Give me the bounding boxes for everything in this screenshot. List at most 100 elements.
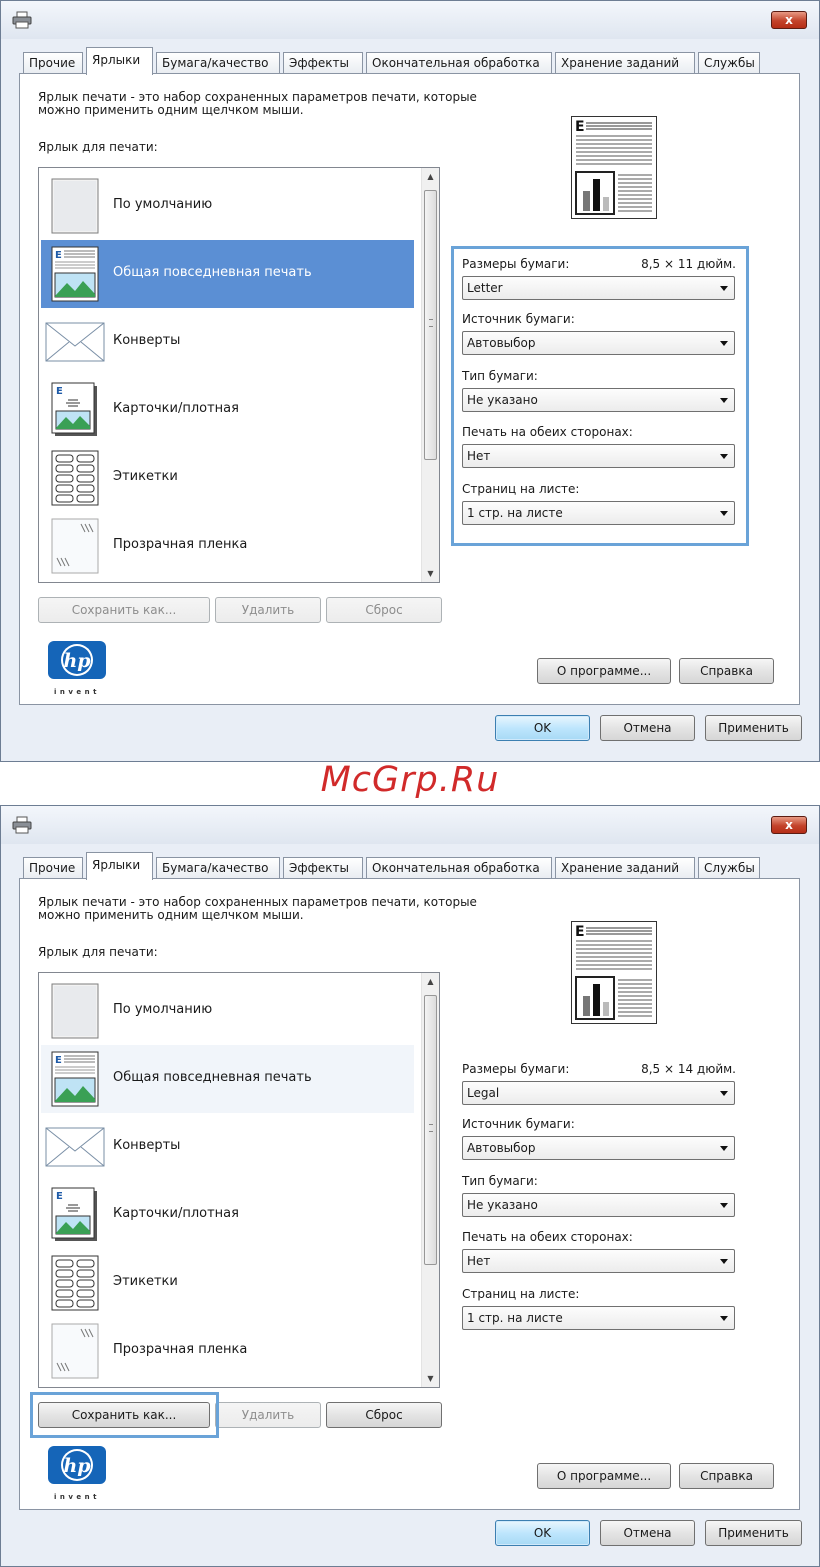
close-button[interactable]: x (771, 11, 807, 29)
pages-per-sheet-value: 1 стр. на листе (467, 1311, 563, 1325)
shortcut-label: Прозрачная пленка (113, 537, 248, 552)
description-line: можно применить одним щелчком мыши. (38, 103, 304, 117)
document-preview-icon: E (575, 924, 652, 1020)
svg-text:E: E (56, 1191, 63, 1202)
shortcut-item[interactable]: E Карточки/плотная (41, 376, 414, 444)
tab-5[interactable]: Хранение заданий (555, 857, 695, 879)
shortcut-label: Общая повседневная печать (113, 1070, 312, 1085)
svg-text:invent: invent (54, 1493, 100, 1501)
list-scrollbar[interactable]: ▲ ▼ (421, 168, 439, 582)
shortcut-label: Карточки/плотная (113, 401, 239, 416)
close-button[interactable]: x (771, 816, 807, 834)
ok-button[interactable]: OK (495, 715, 590, 741)
scroll-thumb[interactable] (424, 190, 437, 460)
scroll-thumb[interactable] (424, 995, 437, 1265)
svg-text:E: E (575, 924, 585, 940)
tab-1[interactable]: Ярлыки (86, 852, 153, 880)
tab-0[interactable]: Прочие (23, 857, 83, 879)
tab-4[interactable]: Окончательная обработка (366, 52, 552, 74)
shortcut-label: По умолчанию (113, 197, 213, 212)
shortcut-item[interactable]: E Карточки/плотная (41, 1181, 414, 1249)
shortcut-item[interactable]: Прозрачная пленка (41, 1317, 414, 1385)
labels-icon (51, 1255, 99, 1311)
tab-6[interactable]: Службы (698, 857, 760, 879)
svg-text:hp: hp (63, 1455, 91, 1477)
shortcut-item[interactable]: Конверты (41, 308, 414, 376)
pages-per-sheet-dropdown[interactable]: 1 стр. на листе (462, 1306, 735, 1330)
chevron-down-icon (720, 1146, 728, 1151)
shortcut-item[interactable]: E Общая повседневная печать (41, 1045, 414, 1113)
paper-size-dropdown[interactable]: Legal (462, 1081, 735, 1105)
delete-button[interactable]: Удалить (215, 1402, 321, 1428)
shortcut-item[interactable]: Этикетки (41, 444, 414, 512)
paper-size-label: Размеры бумаги: (462, 1062, 570, 1076)
tab-3[interactable]: Эффекты (283, 857, 363, 879)
save-as-button[interactable]: Сохранить как... (38, 597, 210, 623)
tab-5[interactable]: Хранение заданий (555, 52, 695, 74)
shortcut-item[interactable]: По умолчанию (41, 172, 414, 240)
tab-panel-shortcuts: Ярлык печати - это набор сохраненных пар… (19, 878, 800, 1510)
scroll-down-arrow-icon[interactable]: ▼ (422, 1370, 439, 1387)
title-bar: x (1, 1, 819, 39)
tab-6[interactable]: Службы (698, 52, 760, 74)
labels-icon (51, 450, 99, 506)
help-button[interactable]: Справка (679, 1463, 774, 1489)
shortcut-item[interactable]: E Общая повседневная печать (41, 240, 414, 308)
scroll-up-arrow-icon[interactable]: ▲ (422, 973, 439, 990)
save-as-highlight-frame (30, 1392, 219, 1438)
envelope-icon (45, 1127, 105, 1167)
blank-page-icon (51, 983, 99, 1039)
chevron-down-icon (720, 1259, 728, 1264)
svg-text:E: E (55, 1055, 62, 1066)
about-button[interactable]: О программе... (537, 658, 671, 684)
shortcut-label: Этикетки (113, 1274, 178, 1289)
shortcut-label: Прозрачная пленка (113, 1342, 248, 1357)
apply-button[interactable]: Применить (705, 1520, 802, 1546)
tab-4[interactable]: Окончательная обработка (366, 857, 552, 879)
scroll-up-arrow-icon[interactable]: ▲ (422, 168, 439, 185)
shortcut-item[interactable]: Прозрачная пленка (41, 512, 414, 580)
shortcut-item[interactable]: Конверты (41, 1113, 414, 1181)
hp-invent-logo: hp invent (48, 641, 106, 696)
paper-type-label: Тип бумаги: (462, 1174, 538, 1188)
shortcut-label: По умолчанию (113, 1002, 213, 1017)
shortcut-item[interactable]: По умолчанию (41, 977, 414, 1045)
duplex-dropdown[interactable]: Нет (462, 1249, 735, 1273)
apply-button[interactable]: Применить (705, 715, 802, 741)
delete-button[interactable]: Удалить (215, 597, 321, 623)
scroll-down-arrow-icon[interactable]: ▼ (422, 565, 439, 582)
blank-page-icon (51, 178, 99, 234)
document-with-image-icon: E (51, 1051, 99, 1107)
tab-1[interactable]: Ярлыки (86, 47, 153, 75)
document-preview-icon: E (575, 119, 652, 215)
paper-source-dropdown[interactable]: Автовыбор (462, 1136, 735, 1160)
svg-text:hp: hp (63, 650, 91, 672)
shortcut-list[interactable]: По умолчанию E Общая повседневная печать Ко… (38, 167, 440, 583)
transparency-icon (51, 1323, 99, 1379)
cancel-button[interactable]: Отмена (600, 715, 695, 741)
tab-0[interactable]: Прочие (23, 52, 83, 74)
settings-highlight-frame (451, 246, 749, 546)
list-scrollbar[interactable]: ▲ ▼ (421, 973, 439, 1387)
pages-per-sheet-label: Страниц на листе: (462, 1287, 580, 1301)
reset-button[interactable]: Сброс (326, 597, 442, 623)
shortcut-item[interactable]: Этикетки (41, 1249, 414, 1317)
chevron-down-icon (720, 1203, 728, 1208)
description-line: можно применить одним щелчком мыши. (38, 908, 304, 922)
paper-size-dimensions: 8,5 × 14 дюйм. (641, 1062, 736, 1076)
tab-2[interactable]: Бумага/качество (156, 52, 280, 74)
paper-size-value: Legal (467, 1086, 500, 1100)
tab-2[interactable]: Бумага/качество (156, 857, 280, 879)
paper-type-dropdown[interactable]: Не указано (462, 1193, 735, 1217)
about-button[interactable]: О программе... (537, 1463, 671, 1489)
cancel-button[interactable]: Отмена (600, 1520, 695, 1546)
paper-type-value: Не указано (467, 1198, 538, 1212)
ok-button[interactable]: OK (495, 1520, 590, 1546)
reset-button[interactable]: Сброс (326, 1402, 442, 1428)
help-button[interactable]: Справка (679, 658, 774, 684)
shortcut-label: Карточки/плотная (113, 1206, 239, 1221)
shortcut-list[interactable]: По умолчанию E Общая повседневная печать Ко… (38, 972, 440, 1388)
close-icon: x (785, 818, 793, 832)
chevron-down-icon (720, 1091, 728, 1096)
tab-3[interactable]: Эффекты (283, 52, 363, 74)
